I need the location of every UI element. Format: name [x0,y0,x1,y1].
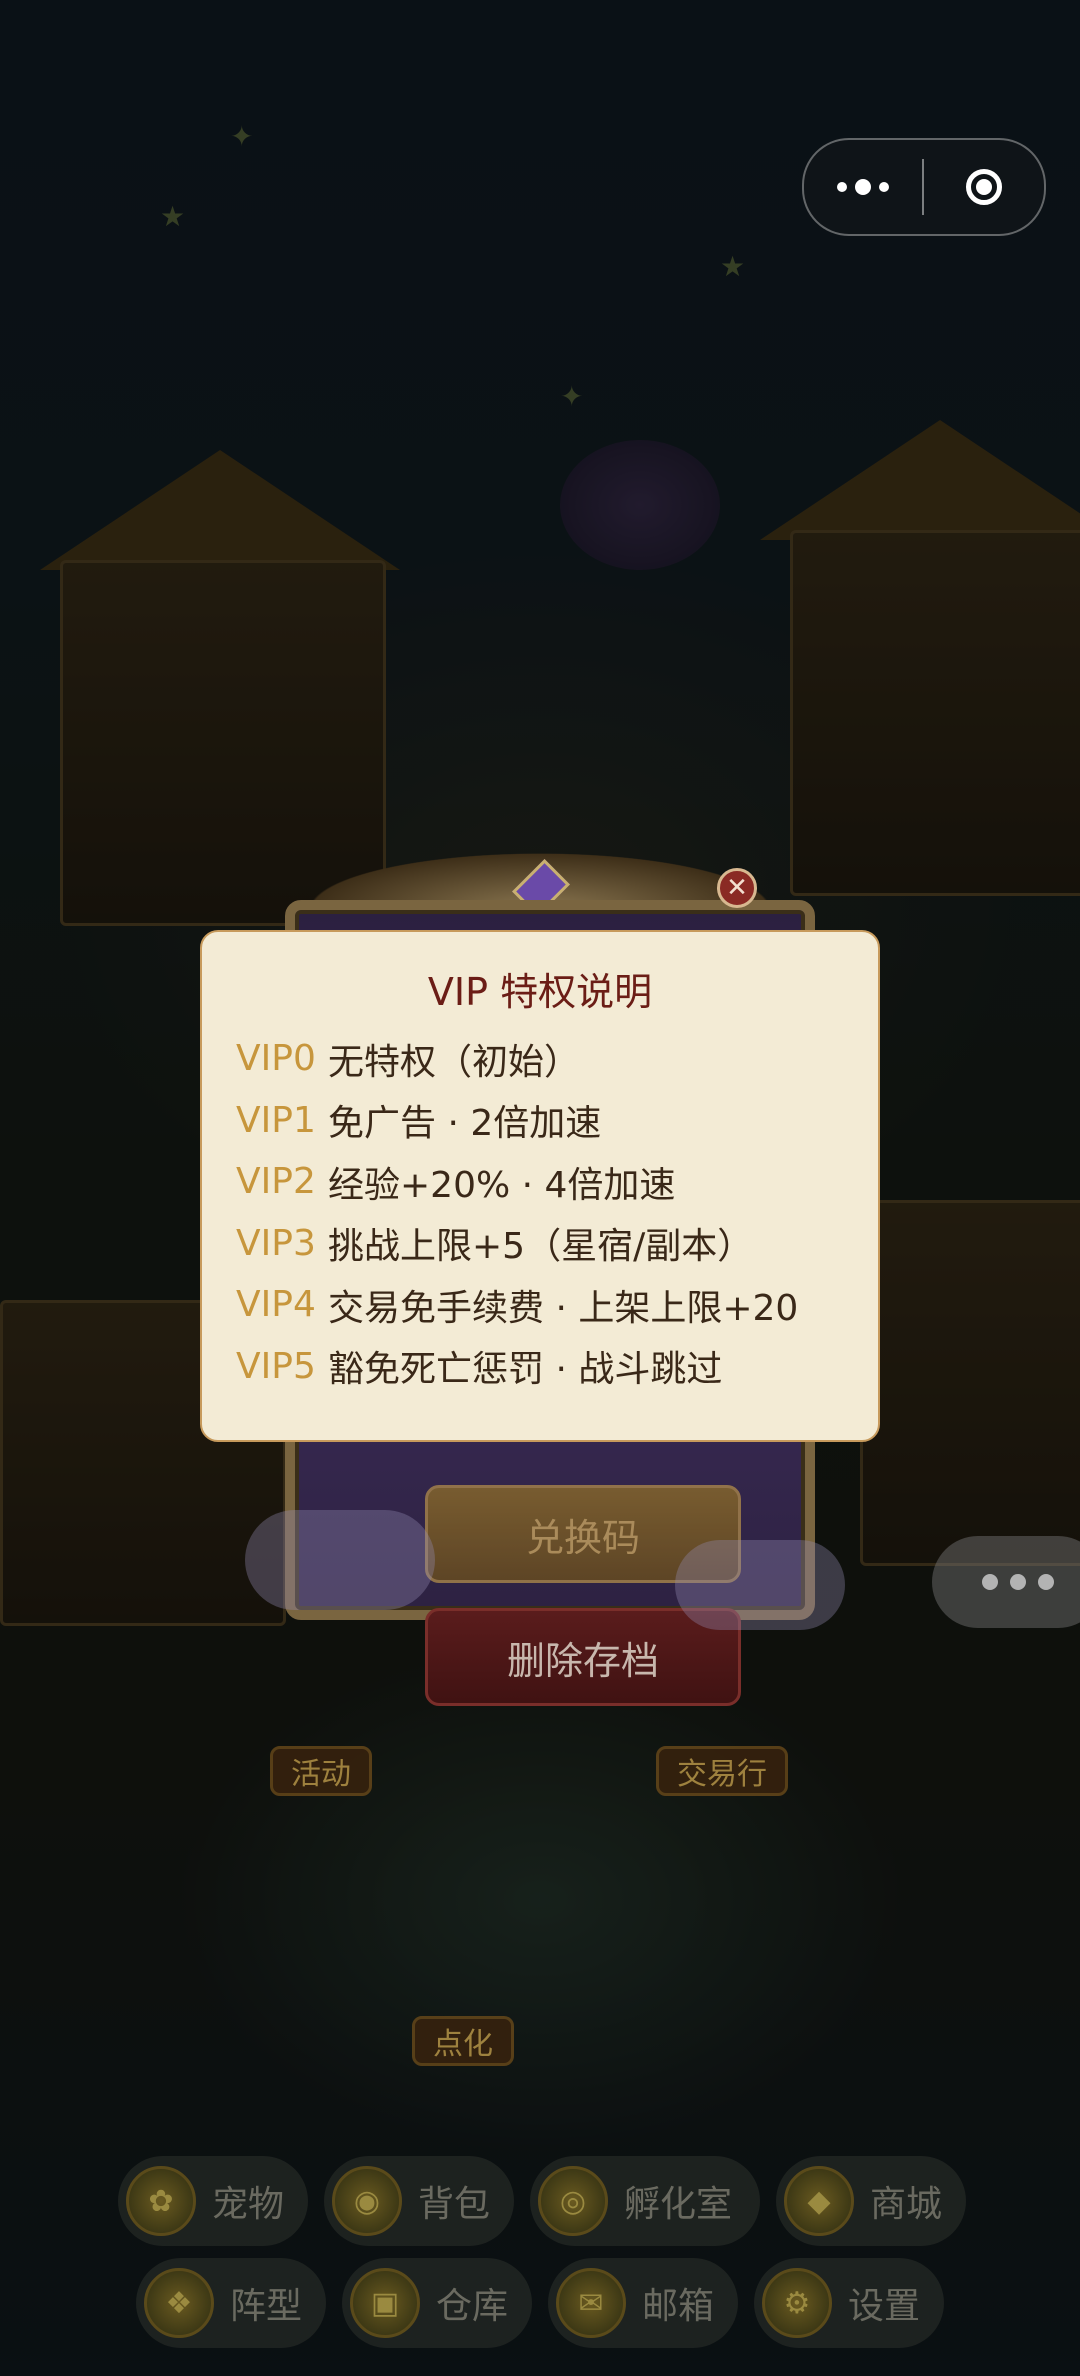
nav-pet[interactable]: ✿ 宠物 [118,2156,308,2246]
nav-label: 设置 [848,2286,921,2327]
nav-hatchery[interactable]: ◎ 孵化室 [530,2156,760,2246]
chat-dot [1010,1574,1026,1590]
cloud-decoration [245,1510,435,1610]
more-dots-icon-right [879,182,889,192]
vip-description: 免广告 · 2倍加速 [328,1103,602,1145]
nav-backpack[interactable]: ◉ 背包 [324,2156,514,2246]
vip-row: VIP3 挑战上限+5（星宿/副本） [236,1213,844,1275]
vip-description: 豁免死亡惩罚 · 战斗跳过 [328,1349,723,1391]
pet-icon: ✿ [126,2166,196,2236]
vip-description: 交易免手续费 · 上架上限+20 [328,1287,799,1329]
nav-label: 孵化室 [624,2184,733,2225]
more-dots-icon [837,182,847,192]
formation-icon: ❖ [144,2268,214,2338]
warehouse-icon: ▣ [350,2268,420,2338]
vip-description: 挑战上限+5（星宿/副本） [328,1226,754,1268]
backpack-icon: ◉ [332,2166,402,2236]
nav-shop[interactable]: ◆ 商城 [776,2156,966,2246]
nav-settings[interactable]: ⚙ 设置 [754,2258,944,2348]
nav-label: 阵型 [230,2286,303,2327]
mini-program-capsule [802,138,1046,236]
nav-label: 邮箱 [642,2286,715,2327]
vip-level-label: VIP5 [236,1345,316,1387]
close-x-icon[interactable]: ✕ [717,868,757,908]
mailbox-icon: ✉ [556,2268,626,2338]
vip-row: VIP2 经验+20% · 4倍加速 [236,1151,844,1213]
more-button[interactable] [804,179,922,195]
vip-level-label: VIP1 [236,1099,316,1141]
chat-dot [1038,1574,1054,1590]
vip-description: 经验+20% · 4倍加速 [328,1164,676,1206]
nav-label: 仓库 [436,2286,509,2327]
settings-icon: ⚙ [762,2268,832,2338]
vip-level-label: VIP3 [236,1222,316,1264]
sign-activity[interactable]: 活动 [270,1746,372,1796]
more-dots-icon-center [855,179,871,195]
target-circle-icon [966,169,1002,205]
nav-formation[interactable]: ❖ 阵型 [136,2258,326,2348]
nav-mailbox[interactable]: ✉ 邮箱 [548,2258,738,2348]
vip-level-label: VIP4 [236,1284,316,1326]
nav-label: 宠物 [212,2184,285,2225]
vip-level-label: VIP0 [236,1038,316,1080]
vip-panel-title: VIP 特权说明 [427,970,653,1014]
vip-description: 无特权（初始） [328,1041,581,1083]
target-circle-core [976,179,992,195]
chat-dot [982,1574,998,1590]
sign-trade[interactable]: 交易行 [656,1746,788,1796]
nav-label: 背包 [418,2184,491,2225]
vip-row: VIP0 无特权（初始） [236,1028,844,1090]
shop-icon: ◆ [784,2166,854,2236]
vip-privilege-panel: VIP 特权说明 VIP0 无特权（初始） VIP1 免广告 · 2倍加速 VI… [200,930,880,1442]
vip-row: VIP5 豁免死亡惩罚 · 战斗跳过 [236,1336,844,1398]
nav-label: 商城 [870,2184,943,2225]
vip-row: VIP4 交易免手续费 · 上架上限+20 [236,1274,844,1336]
chat-bubble-button[interactable] [932,1536,1080,1628]
cloud-decoration [675,1540,845,1630]
vip-level-label: VIP2 [236,1161,316,1203]
delete-save-button[interactable]: 删除存档 [425,1608,741,1706]
vip-row: VIP1 免广告 · 2倍加速 [236,1090,844,1152]
sign-enlighten[interactable]: 点化 [412,2016,514,2066]
hatchery-icon: ◎ [538,2166,608,2236]
exit-button[interactable] [924,169,1044,205]
nav-warehouse[interactable]: ▣ 仓库 [342,2258,532,2348]
